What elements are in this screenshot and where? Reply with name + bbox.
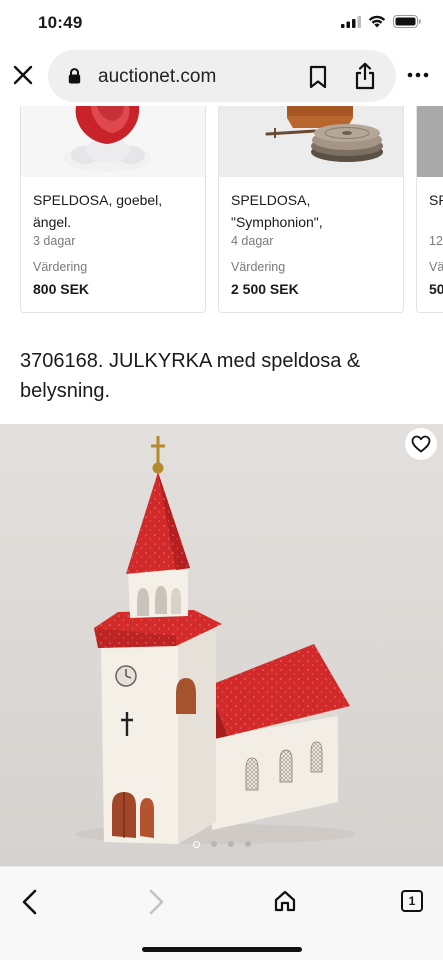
lot-valuation-label: Värdering <box>33 260 88 274</box>
bottom-toolbar: 1 <box>0 866 443 960</box>
tab-count: 1 <box>408 894 416 908</box>
tabs-button[interactable]: 1 <box>401 890 423 912</box>
church-photo <box>0 424 443 866</box>
item-title: 3706168. JULKYRKA med speldosa & belysni… <box>20 350 361 402</box>
back-icon[interactable] <box>20 889 40 915</box>
image-pagination[interactable] <box>0 841 443 848</box>
lot-valuation-label: Värdering <box>231 260 286 274</box>
lot-card[interactable]: SP 19 12 Vä 50 <box>416 106 443 313</box>
lot-valuation: 800 SEK <box>33 281 90 297</box>
lot-image <box>219 106 403 177</box>
bookmark-icon[interactable] <box>308 65 328 89</box>
forward-icon[interactable] <box>146 889 166 915</box>
wifi-icon <box>368 15 386 28</box>
lot-image <box>417 106 443 177</box>
lot-title: SPELDOSA, "Symphonion", <box>231 192 323 230</box>
lot-valuation: 2 500 SEK <box>231 281 299 297</box>
lot-image <box>21 106 205 177</box>
lot-card[interactable]: SPELDOSA, "Symphonion", 4 dagar Värderin… <box>218 106 404 313</box>
close-icon[interactable] <box>12 64 34 86</box>
lot-time-left: 12 <box>429 234 443 248</box>
favorite-button[interactable] <box>405 428 437 460</box>
url-text: auctionet.com <box>98 66 217 87</box>
pagination-dot-active[interactable] <box>192 841 200 848</box>
lot-time-left: 4 dagar <box>231 234 274 248</box>
lot-card[interactable]: SPELDOSA, goebel, ängel. 3 dagar Värderi… <box>20 106 206 313</box>
pagination-dot[interactable] <box>244 841 251 847</box>
status-icons <box>341 15 421 28</box>
lot-title: SPELDOSA, goebel, ängel. <box>33 192 163 230</box>
cellular-signal-icon <box>341 15 361 28</box>
lot-time-left: 3 dagar <box>33 234 76 248</box>
status-bar: 10:49 <box>0 0 443 46</box>
share-icon[interactable] <box>354 62 376 90</box>
pagination-dot[interactable] <box>227 841 234 847</box>
pagination-dot[interactable] <box>210 841 217 847</box>
lock-icon <box>68 68 81 84</box>
home-indicator <box>142 947 302 952</box>
lot-title: SP 19 <box>429 192 443 208</box>
more-icon[interactable] <box>406 68 430 82</box>
address-bar[interactable]: auctionet.com <box>48 50 396 102</box>
browser-toolbar: auctionet.com <box>0 46 443 106</box>
lot-valuation-label: Vä <box>429 260 443 274</box>
battery-icon <box>393 15 421 28</box>
status-time: 10:49 <box>38 13 83 32</box>
lot-valuation: 50 <box>429 281 443 297</box>
related-lots-carousel[interactable]: SPELDOSA, goebel, ängel. 3 dagar Värderi… <box>0 106 443 316</box>
heart-icon <box>411 435 431 453</box>
home-icon[interactable] <box>273 889 297 913</box>
item-image-gallery[interactable] <box>0 424 443 866</box>
